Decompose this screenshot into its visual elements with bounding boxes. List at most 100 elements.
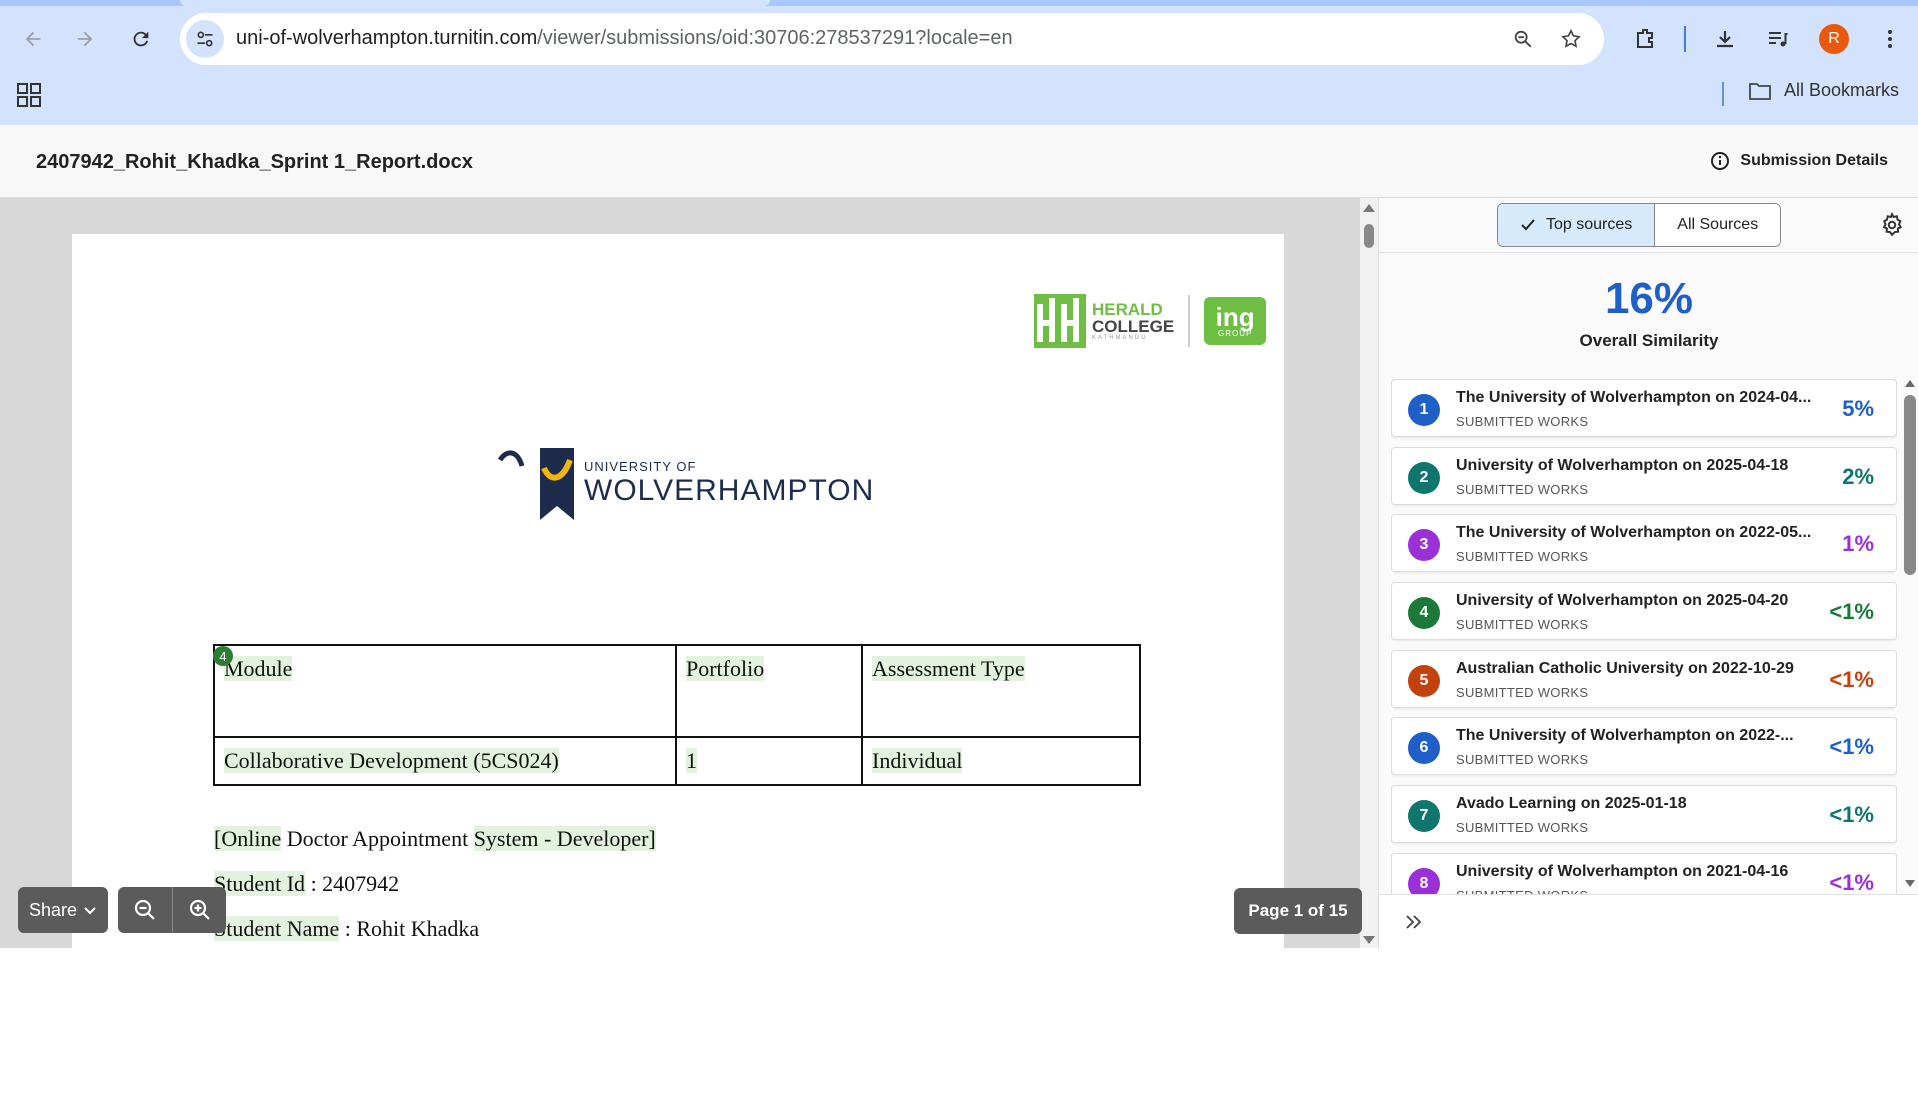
all-bookmarks-label: All Bookmarks — [1784, 80, 1900, 100]
page-indicator: Page 1 of 15 — [1234, 888, 1362, 934]
source-name: Avado Learning on 2025-01-18 — [1456, 795, 1687, 813]
expand-panel-icon[interactable] — [1403, 911, 1425, 939]
source-list-scrollbar[interactable] — [1901, 373, 1918, 894]
source-item[interactable]: 3 The University of Wolverhampton on 2022… — [1391, 514, 1897, 573]
share-button[interactable]: Share — [18, 887, 108, 933]
back-icon[interactable] — [16, 22, 50, 56]
source-name: The University of Wolverhampton on 2024-… — [1456, 389, 1812, 406]
student-name-line: Student Name : Rohit Khadka — [214, 916, 479, 942]
ing-sub: GROUP — [1218, 329, 1253, 338]
table-row: Collaborative Development (5CS024) 1 Ind… — [213, 736, 1141, 786]
zoom-icon[interactable] — [1510, 26, 1536, 52]
herald-line2: COLLEGE — [1092, 317, 1175, 336]
document-title: 2407942_Rohit_Khadka_Sprint 1_Report.doc… — [36, 151, 473, 173]
url-path: /viewer/submissions/oid:30706:278537291?… — [537, 27, 1013, 49]
info-icon — [1711, 152, 1730, 170]
source-number-badge: 3 — [1408, 529, 1440, 562]
source-item[interactable]: 5 Australian Catholic University on 2022-… — [1391, 649, 1897, 708]
source-name: University of Wolverhampton on 2025-04-1… — [1456, 456, 1789, 474]
zoom-out-button[interactable] — [118, 887, 172, 933]
zoom-in-icon — [189, 899, 210, 920]
project-close: System - Developer] — [473, 826, 656, 851]
more-menu-icon[interactable] — [1872, 21, 1908, 57]
match-marker[interactable]: 4 — [213, 646, 233, 666]
uw-small: UNIVERSITY OF — [584, 458, 697, 474]
all-bookmarks-button[interactable]: All Bookmarks — [1748, 80, 1899, 101]
submission-details-button[interactable]: Submission Details — [1710, 151, 1888, 171]
source-number-badge: 5 — [1408, 664, 1440, 697]
student-id-label: Student Id — [214, 871, 306, 896]
uw-big: WOLVERHAMPTON — [584, 473, 875, 507]
source-item[interactable]: 6 The University of Wolverhampton on 2022… — [1391, 717, 1897, 776]
site-info-icon[interactable] — [186, 20, 224, 58]
table-cell: Portfolio — [675, 644, 863, 738]
scroll-up-icon[interactable] — [1363, 204, 1375, 212]
scrollbar-thumb[interactable] — [1904, 395, 1916, 575]
cell-module-value: Collaborative Development (5CS024) — [224, 748, 559, 773]
source-name: University of Wolverhampton on 2021-04-1… — [1456, 862, 1789, 880]
zoom-controls — [118, 887, 226, 933]
project-mid: Doctor Appointment — [281, 826, 474, 851]
panel-footer — [1379, 894, 1918, 948]
wolverhampton-logo: UNIVERSITY OF WOLVERHAMPTON — [497, 446, 874, 520]
media-control-icon[interactable] — [1760, 21, 1796, 57]
reload-icon[interactable] — [124, 22, 158, 56]
scroll-down-icon[interactable] — [1363, 936, 1375, 944]
source-name: The University of Wolverhampton on 2022-… — [1456, 524, 1812, 542]
similarity-panel: Top sources All Sources 16% Overall Simi… — [1378, 198, 1918, 948]
forward-icon[interactable] — [68, 22, 102, 56]
apps-grid-icon[interactable] — [16, 82, 42, 108]
student-id-value: : 2407942 — [305, 871, 400, 896]
tab-top-sources-label: Top sources — [1546, 216, 1633, 233]
source-item[interactable]: 2 University of Wolverhampton on 2025-04-… — [1391, 446, 1897, 505]
cell-assessment-value: Individual — [872, 748, 963, 773]
source-item[interactable]: 7 Avado Learning on 2025-01-18 SUBMITTED W… — [1391, 785, 1897, 844]
tab-top-sources[interactable]: Top sources — [1498, 204, 1655, 246]
zoom-out-icon — [134, 899, 155, 920]
check-icon — [1521, 219, 1535, 231]
source-percentage: <1% — [1829, 666, 1874, 692]
source-name: The University of Wolverhampton on 2022-… — [1456, 727, 1794, 745]
folder-icon — [1749, 82, 1771, 100]
source-percentage: 5% — [1842, 396, 1874, 421]
wolverhampton-wordmark: UNIVERSITY OF WOLVERHAMPTON — [584, 459, 874, 508]
tab-all-sources[interactable]: All Sources — [1654, 204, 1781, 246]
source-item[interactable]: 4 University of Wolverhampton on 2025-04-… — [1391, 582, 1897, 641]
table-row: Module Portfolio Assessment Type — [213, 644, 1141, 738]
source-type: SUBMITTED WORKS — [1456, 549, 1589, 565]
settings-gear-icon[interactable] — [1879, 211, 1905, 238]
tab-strip — [0, 0, 1918, 6]
source-percentage: 1% — [1842, 531, 1874, 557]
project-title-line: [Online Doctor Appointment System - Deve… — [214, 826, 656, 852]
ing-label: ing — [1215, 302, 1255, 332]
ing-group-logo: ing GROUP — [1204, 297, 1267, 345]
source-number-badge: 4 — [1408, 597, 1440, 630]
browser-toolbar: uni-of-wolverhampton.turnitin.com/viewer… — [0, 0, 1918, 125]
source-name: Australian Catholic University on 2022-1… — [1456, 659, 1794, 677]
zoom-in-button[interactable] — [172, 887, 226, 933]
document-viewer[interactable]: HERALD COLLEGE KATHMANDU ing GROUP UNIVE… — [0, 198, 1378, 948]
source-name: University of Wolverhampton on 2025-04-2… — [1456, 592, 1789, 610]
downloads-icon[interactable] — [1707, 21, 1743, 57]
share-label: Share — [28, 899, 78, 920]
url-host: uni-of-wolverhampton.turnitin.com — [236, 27, 538, 49]
extensions-icon[interactable] — [1628, 21, 1664, 57]
profile-avatar[interactable]: R — [1819, 24, 1849, 54]
cell-portfolio-value: 1 — [686, 748, 697, 773]
table-cell: Individual — [861, 736, 1141, 786]
bookmark-star-icon[interactable] — [1558, 26, 1584, 52]
source-item[interactable]: 1 The University of Wolverhampton on 2024… — [1391, 379, 1897, 437]
table-cell: Collaborative Development (5CS024) — [213, 736, 677, 786]
cell-module: Module — [224, 656, 293, 681]
source-percentage: 2% — [1842, 463, 1874, 489]
viewer-scrollbar[interactable] — [1360, 198, 1378, 948]
source-percentage: <1% — [1829, 802, 1874, 828]
source-type: SUBMITTED WORKS — [1456, 414, 1589, 429]
source-list: 1 The University of Wolverhampton on 2024… — [1391, 379, 1897, 1094]
toolbar-separator — [1684, 26, 1686, 52]
scrollbar-thumb[interactable] — [1364, 224, 1374, 248]
source-type: SUBMITTED WORKS — [1456, 481, 1589, 497]
wolverhampton-shield-icon — [497, 446, 578, 520]
address-bar[interactable]: uni-of-wolverhampton.turnitin.com/viewer… — [180, 13, 1604, 65]
chevron-down-icon — [84, 907, 96, 915]
